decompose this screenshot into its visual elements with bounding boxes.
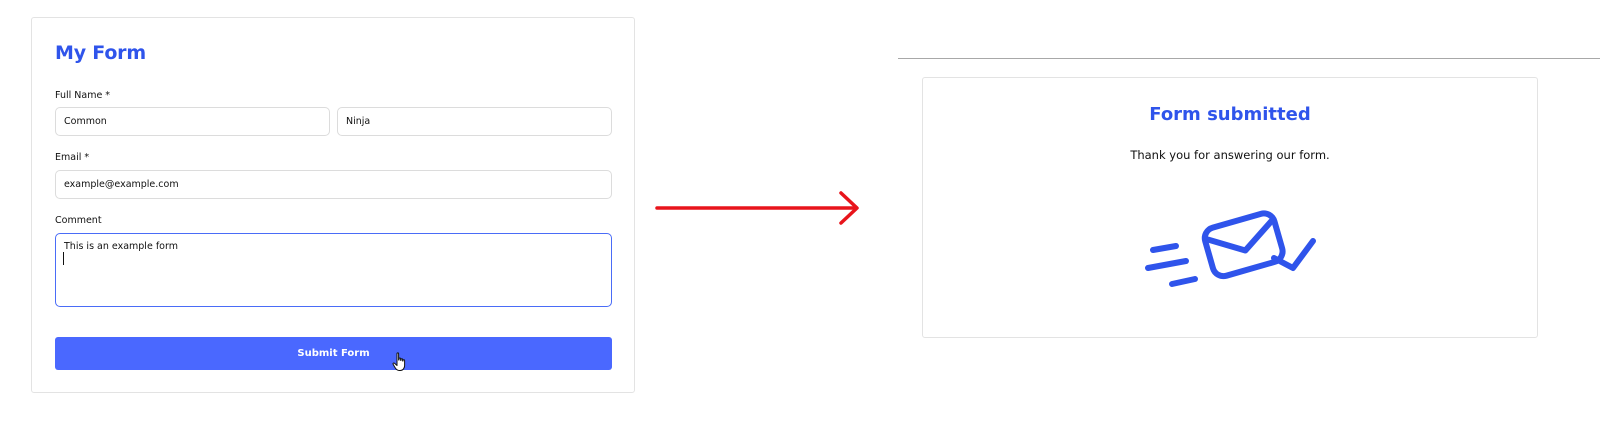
success-title: Form submitted xyxy=(1149,104,1311,125)
screenshot-stage: My Form Full Name * Email * Comment This… xyxy=(0,0,1600,427)
success-card: Form submitted Thank you for answering o… xyxy=(922,77,1538,338)
form-card: My Form Full Name * Email * Comment This… xyxy=(31,17,635,393)
last-name-input[interactable] xyxy=(337,107,612,136)
email-input[interactable] xyxy=(55,170,612,199)
hand-pointer-icon xyxy=(392,352,406,371)
full-name-label: Full Name * xyxy=(55,90,111,101)
submit-form-button[interactable]: Submit Form xyxy=(55,337,612,370)
comment-textarea[interactable]: This is an example form xyxy=(55,233,612,307)
text-caret xyxy=(63,252,64,265)
form-title: My Form xyxy=(55,42,146,64)
envelope-sent-check-icon xyxy=(1145,210,1316,287)
email-label: Email * xyxy=(55,152,90,163)
right-arrow-icon xyxy=(655,191,859,225)
comment-label: Comment xyxy=(55,215,102,226)
first-name-input[interactable] xyxy=(55,107,330,136)
success-message: Thank you for answering our form. xyxy=(1130,148,1330,162)
divider-line xyxy=(898,58,1600,59)
